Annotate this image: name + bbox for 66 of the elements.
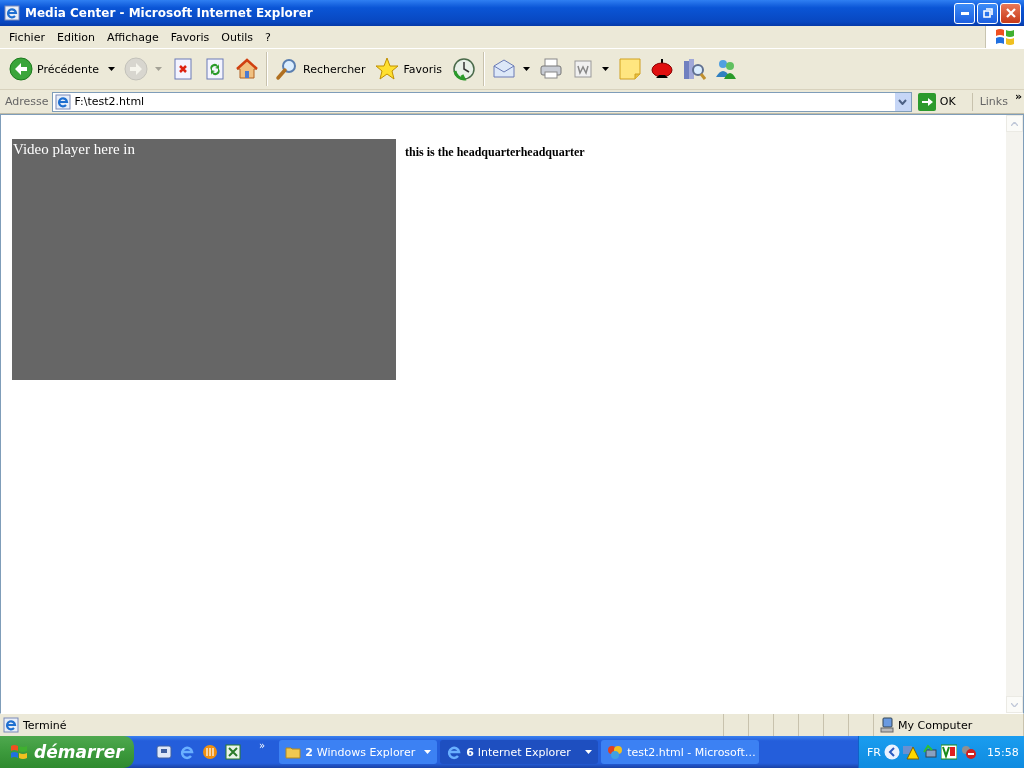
tray-app-icon[interactable]: [941, 744, 957, 760]
colorful-app-icon: [607, 744, 624, 760]
browser-icon[interactable]: [179, 744, 195, 760]
status-text: Terminé: [23, 718, 67, 732]
caret-icon[interactable]: [108, 67, 116, 71]
close-icon: [1005, 8, 1016, 18]
menu-item[interactable]: Outils: [215, 28, 260, 46]
browser-icon: [446, 744, 463, 760]
restore-icon: [982, 8, 993, 18]
page-heading: this is the headquarterheadquarter: [405, 145, 585, 160]
desktop-icon[interactable]: [156, 744, 172, 760]
menu-item[interactable]: Fichier: [3, 28, 51, 46]
favorites-button[interactable]: Favoris: [372, 54, 447, 84]
minimize-button[interactable]: [954, 2, 975, 24]
bomb-icon: [650, 57, 674, 81]
taskbar-button[interactable]: 6 Internet Explorer: [440, 740, 599, 764]
back-button[interactable]: Précédente: [6, 54, 105, 84]
menu-item[interactable]: Favoris: [164, 28, 216, 46]
spreadsheet-icon[interactable]: [225, 744, 241, 760]
sticky-note-icon: [618, 57, 642, 81]
close-button[interactable]: [1000, 2, 1021, 24]
clock: 15:58: [987, 745, 1019, 759]
caret-icon[interactable]: [523, 67, 530, 71]
minimize-icon: [960, 11, 969, 15]
address-field[interactable]: F:\test2.html: [51, 91, 912, 112]
history-icon: [452, 57, 476, 81]
printer-icon: [539, 57, 563, 81]
expand-tray-icon[interactable]: [884, 744, 900, 760]
people-icon[interactable]: [960, 744, 976, 760]
more-chevron[interactable]: »: [1014, 90, 1022, 103]
chevron-up-icon: [1011, 121, 1018, 126]
dropdown-button[interactable]: [894, 92, 911, 111]
star-icon: [375, 57, 400, 81]
books-magnifier-icon: [682, 57, 706, 81]
media-player-icon[interactable]: [202, 744, 218, 760]
menu-item[interactable]: ?: [259, 28, 277, 46]
document-icon: [571, 57, 595, 81]
page-icon: [54, 93, 71, 110]
window-title: Media Center - Microsoft Internet Explorer: [25, 6, 314, 20]
caret-icon[interactable]: [602, 67, 609, 71]
links-label[interactable]: Links: [975, 95, 1012, 108]
page-icon: [3, 717, 19, 733]
go-button[interactable]: OK: [914, 92, 973, 111]
menu-item[interactable]: Affichage: [101, 28, 165, 46]
people-icon: [714, 57, 738, 81]
windows-flag-icon: [10, 744, 28, 760]
address-label: Adresse: [5, 95, 49, 108]
chevron-down-icon: [898, 98, 908, 105]
windows-flag-icon: [994, 27, 1016, 47]
restore-button[interactable]: [977, 2, 998, 24]
menu-item[interactable]: Edition: [50, 28, 101, 46]
search-button[interactable]: Rechercher: [272, 54, 371, 84]
browser-icon: [4, 5, 20, 21]
more-chevron[interactable]: »: [259, 740, 266, 751]
warning-icon[interactable]: [903, 744, 919, 760]
network-icon[interactable]: [922, 744, 938, 760]
zone-text: My Computer: [898, 718, 973, 732]
start-button[interactable]: démarrer: [0, 736, 134, 768]
chevron-down-icon: [1011, 702, 1018, 707]
folder-icon: [285, 744, 302, 760]
taskbar-button[interactable]: 2 Windows Explorer: [279, 740, 438, 764]
video-text: Video player here in: [13, 141, 135, 157]
house-icon: [235, 57, 260, 81]
computer-icon: [880, 717, 894, 733]
taskbar-button[interactable]: test2.html - Microsoft…: [601, 740, 760, 764]
envelope-icon: [492, 57, 516, 81]
